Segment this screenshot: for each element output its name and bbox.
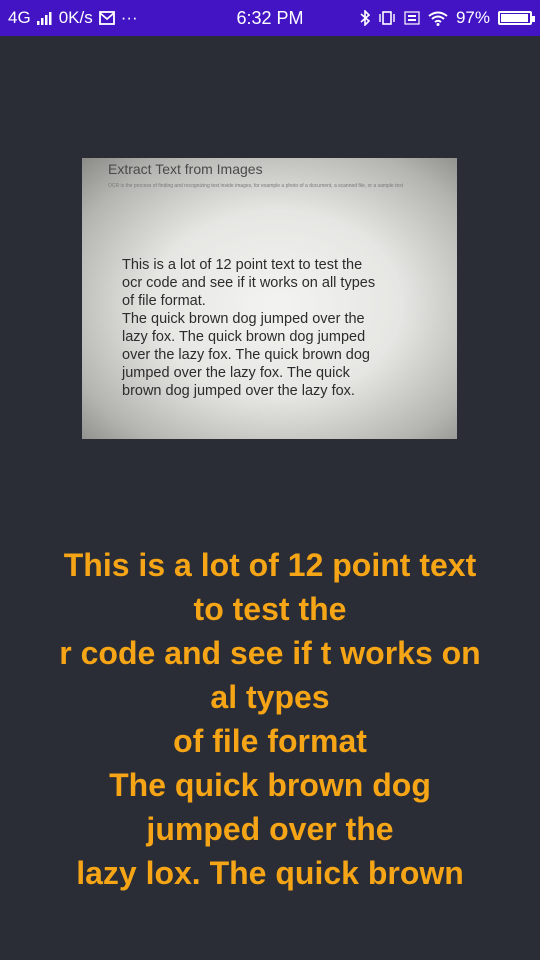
volte-icon [404,10,420,26]
main-content: Extract Text from Images OCR is the proc… [0,36,540,960]
battery-fill [501,14,529,22]
image-document-title: Extract Text from Images [108,161,263,177]
ocr-result-text: This is a lot of 12 point text to test t… [59,547,481,891]
status-bar-right: 97% [360,8,535,28]
source-image[interactable]: Extract Text from Images OCR is the proc… [82,158,457,439]
vibrate-icon [378,11,396,25]
status-bar: 4G 0K/s ··· 6:32 PM 97% [0,0,540,36]
battery-icon [498,11,535,25]
image-document-caption: OCR is the process of finding and recogn… [108,183,404,189]
bluetooth-icon [360,10,370,26]
battery-percent: 97% [455,8,490,27]
image-document-body: This is a lot of 12 point text to test t… [122,257,376,399]
wifi-icon [428,11,448,26]
